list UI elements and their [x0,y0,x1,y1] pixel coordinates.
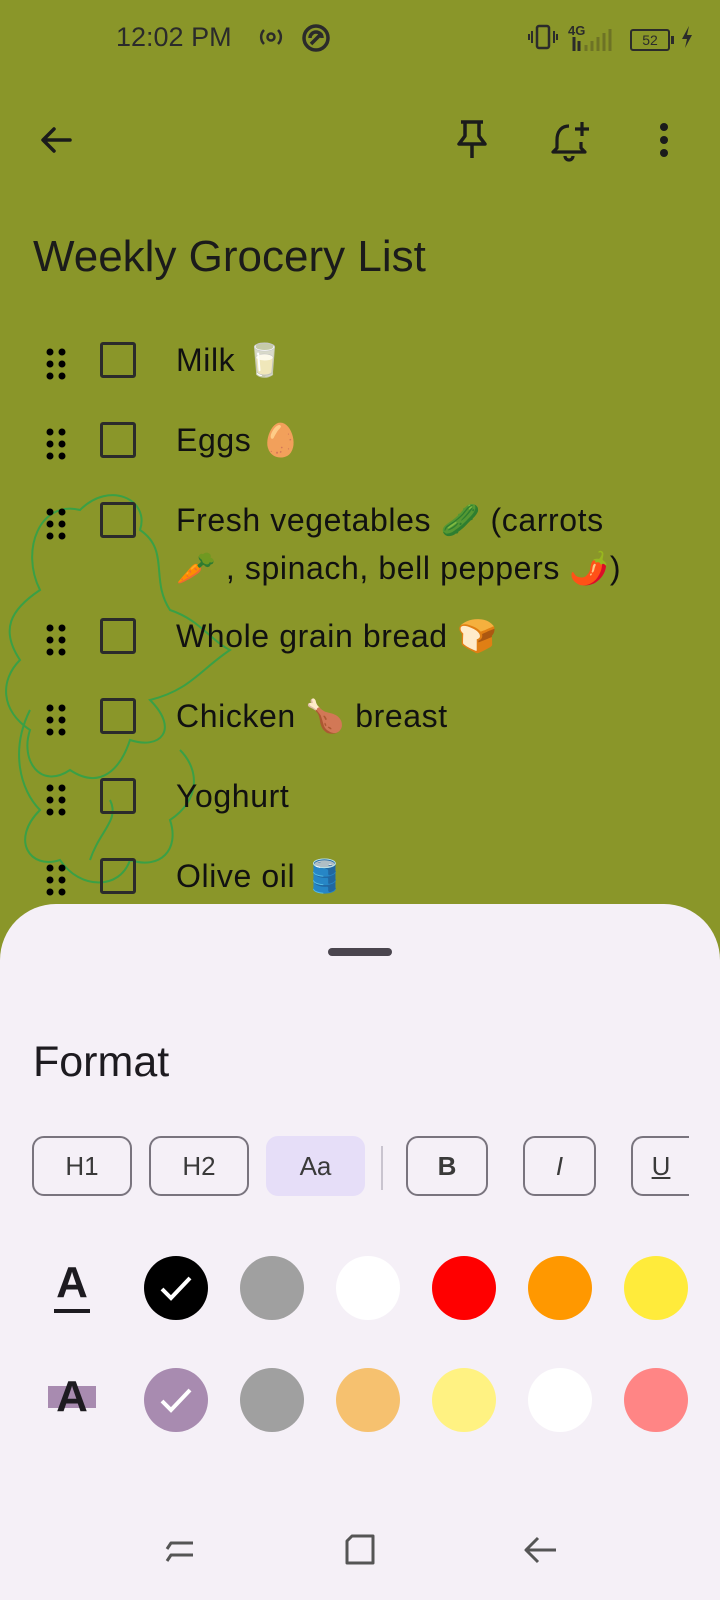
drag-handle-icon[interactable] [44,424,68,464]
recent-apps-icon[interactable] [150,1520,210,1580]
drag-handle-icon[interactable] [44,504,68,544]
normal-text-button[interactable]: Aa [266,1136,365,1196]
vibrate-icon [528,24,558,55]
item-text[interactable]: Fresh vegetables 🥒 (carrots 🥕 , spinach,… [176,496,636,592]
underline-button[interactable]: U [631,1136,689,1196]
drag-handle-icon[interactable] [44,620,68,660]
item-text[interactable]: Yoghurt [176,772,676,820]
highlight-color-orange[interactable] [336,1368,400,1432]
note-editor: 12:02 PM 4G 52 Weekly Grocery List Milk … [0,0,720,920]
status-bar: 12:02 PM 4G 52 [0,0,720,80]
highlight-color-purple[interactable] [144,1368,208,1432]
text-color-orange[interactable] [528,1256,592,1320]
highlight-color-red[interactable] [624,1368,688,1432]
battery-icon: 52 [630,28,674,51]
item-text[interactable]: Whole grain bread 🍞 [176,612,676,660]
drag-handle-icon[interactable] [44,860,68,900]
divider [381,1146,383,1190]
back-arrow-icon[interactable] [24,100,88,180]
text-color-icon: A [52,1260,92,1313]
text-color-white[interactable] [336,1256,400,1320]
item-checkbox[interactable] [100,422,136,458]
highlight-color-white[interactable] [528,1368,592,1432]
check-icon [160,1388,192,1413]
item-text[interactable]: Eggs 🥚 [176,416,676,464]
charging-icon [680,25,694,54]
item-checkbox[interactable] [100,618,136,654]
item-checkbox[interactable] [100,698,136,734]
sheet-drag-handle[interactable] [328,948,392,956]
text-color-gray[interactable] [240,1256,304,1320]
signal-icon: 4G [568,23,620,53]
drag-handle-icon[interactable] [44,780,68,820]
drag-handle-icon[interactable] [44,344,68,384]
system-nav-bar [0,1500,720,1600]
item-text[interactable]: Olive oil 🛢️ [176,852,676,900]
status-time: 12:02 PM [116,22,232,52]
pin-icon[interactable] [440,100,504,180]
battery-level: 52 [642,31,658,48]
sync-icon [300,22,332,59]
highlight-color-yellow[interactable] [432,1368,496,1432]
item-text[interactable]: Milk 🥛 [176,336,676,384]
item-checkbox[interactable] [100,778,136,814]
more-vert-icon[interactable] [632,100,696,180]
text-color-black[interactable] [144,1256,208,1320]
home-icon[interactable] [330,1520,390,1580]
nav-back-icon[interactable] [510,1520,570,1580]
hotspot-icon [256,22,286,57]
add-reminder-icon[interactable] [539,100,603,180]
h1-button[interactable]: H1 [32,1136,132,1196]
bold-button[interactable]: B [406,1136,488,1196]
item-text[interactable]: Chicken 🍗 breast [176,692,676,740]
note-title[interactable]: Weekly Grocery List [33,232,426,282]
note-toolbar [0,100,720,180]
item-checkbox[interactable] [100,342,136,378]
format-bottom-sheet: Format H1 H2 Aa B I U A A [0,904,720,1600]
item-checkbox[interactable] [100,858,136,894]
item-checkbox[interactable] [100,502,136,538]
text-color-red[interactable] [432,1256,496,1320]
highlight-color-gray[interactable] [240,1368,304,1432]
text-color-yellow[interactable] [624,1256,688,1320]
drag-handle-icon[interactable] [44,700,68,740]
sheet-title: Format [33,1038,170,1086]
italic-button[interactable]: I [523,1136,596,1196]
check-icon [160,1276,192,1301]
h2-button[interactable]: H2 [149,1136,249,1196]
highlight-color-icon: A [48,1374,96,1420]
